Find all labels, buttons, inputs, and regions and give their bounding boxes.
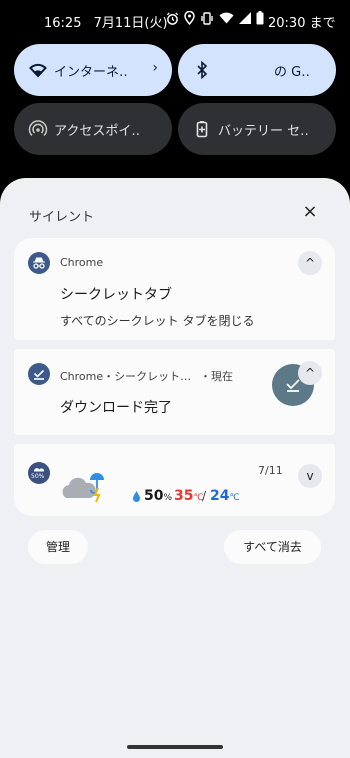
- close-icon[interactable]: ×: [300, 202, 320, 222]
- tile-hotspot-label: アクセスポイ‥: [54, 124, 141, 139]
- app-name: Chrome: [60, 256, 104, 269]
- bluetooth-icon: [197, 60, 208, 80]
- rain-value: 50: [144, 488, 164, 504]
- notification-incognito[interactable]: Chrome ^ シークレットタブ すべてのシークレット タブを閉じる: [14, 238, 335, 340]
- cloud-rain-weather-icon: [62, 473, 104, 503]
- notification-body: すべてのシークレット タブを閉じる: [60, 314, 255, 328]
- status-date: 7月11日(火): [93, 16, 168, 31]
- collapse-chevron-up-icon[interactable]: ^: [298, 361, 322, 385]
- manage-button[interactable]: 管理: [28, 530, 88, 564]
- notification-title: シークレットタブ: [60, 287, 172, 303]
- notification-title: ダウンロード完了: [60, 400, 172, 416]
- tile-bluetooth-label: の G‥: [274, 65, 310, 80]
- rain-probability: 50%: [144, 488, 172, 504]
- battery-saver-icon: [196, 121, 208, 138]
- weather-icon: 50%: [28, 462, 50, 484]
- vibrate-icon: [201, 11, 213, 25]
- battery-until: 20:30 まで: [268, 16, 336, 31]
- battery-icon: [256, 11, 264, 25]
- tile-internet[interactable]: インターネ‥ ›: [14, 44, 172, 96]
- tile-battery-saver-label: バッテリー セ‥: [218, 124, 309, 139]
- clear-all-button[interactable]: すべて消去: [224, 530, 321, 564]
- status-time: 16:25: [44, 16, 82, 31]
- status-bar: 16:25 7月11日(火) 20:30 まで: [0, 0, 350, 40]
- location-icon: [184, 11, 195, 25]
- hotspot-icon: [28, 120, 48, 137]
- alarm-icon: [166, 11, 179, 25]
- high-temp: 35℃: [174, 488, 204, 504]
- download-done-icon: [28, 363, 50, 385]
- chevron-right-icon[interactable]: ›: [152, 60, 158, 76]
- tile-hotspot[interactable]: アクセスポイ‥: [14, 103, 172, 155]
- high-temp-value: 35: [174, 488, 194, 504]
- expand-chevron-down-icon[interactable]: v: [298, 464, 322, 488]
- rain-unit: %: [163, 493, 173, 503]
- wifi-icon: [29, 63, 47, 78]
- weather-date: 7/11: [258, 464, 283, 477]
- status-clock-date: 16:25 7月11日(火): [44, 12, 176, 31]
- notification-download[interactable]: Chrome・シークレット… ・現在 ^ ダウンロード完了: [14, 349, 335, 435]
- temp-separator: /: [202, 489, 207, 503]
- signal-icon: [239, 12, 251, 24]
- notification-weather[interactable]: 50% 7/11 v 50% 35℃ / 24℃: [14, 444, 335, 516]
- tile-battery-saver[interactable]: バッテリー セ‥: [178, 103, 336, 155]
- tile-bluetooth[interactable]: の G‥: [178, 44, 336, 96]
- collapse-chevron-up-icon[interactable]: ^: [298, 251, 322, 275]
- low-temp-unit: ℃: [229, 493, 240, 503]
- notification-shade: サイレント × Chrome ^ シークレットタブ すべてのシークレット タブを…: [0, 178, 350, 758]
- notification-time: ・現在: [200, 370, 233, 383]
- app-name: Chrome・シークレット…: [60, 370, 192, 383]
- wifi-icon: [219, 12, 234, 24]
- low-temp: 24℃: [210, 488, 240, 504]
- weather-icon-text: 50%: [31, 473, 45, 480]
- tile-internet-label: インターネ‥: [54, 65, 128, 80]
- section-title-silent: サイレント: [29, 210, 95, 225]
- low-temp-value: 24: [210, 488, 230, 504]
- status-icons: [166, 11, 264, 25]
- incognito-icon: [28, 252, 50, 274]
- raindrop-icon: [133, 491, 140, 502]
- gesture-navigation-bar[interactable]: [127, 745, 223, 749]
